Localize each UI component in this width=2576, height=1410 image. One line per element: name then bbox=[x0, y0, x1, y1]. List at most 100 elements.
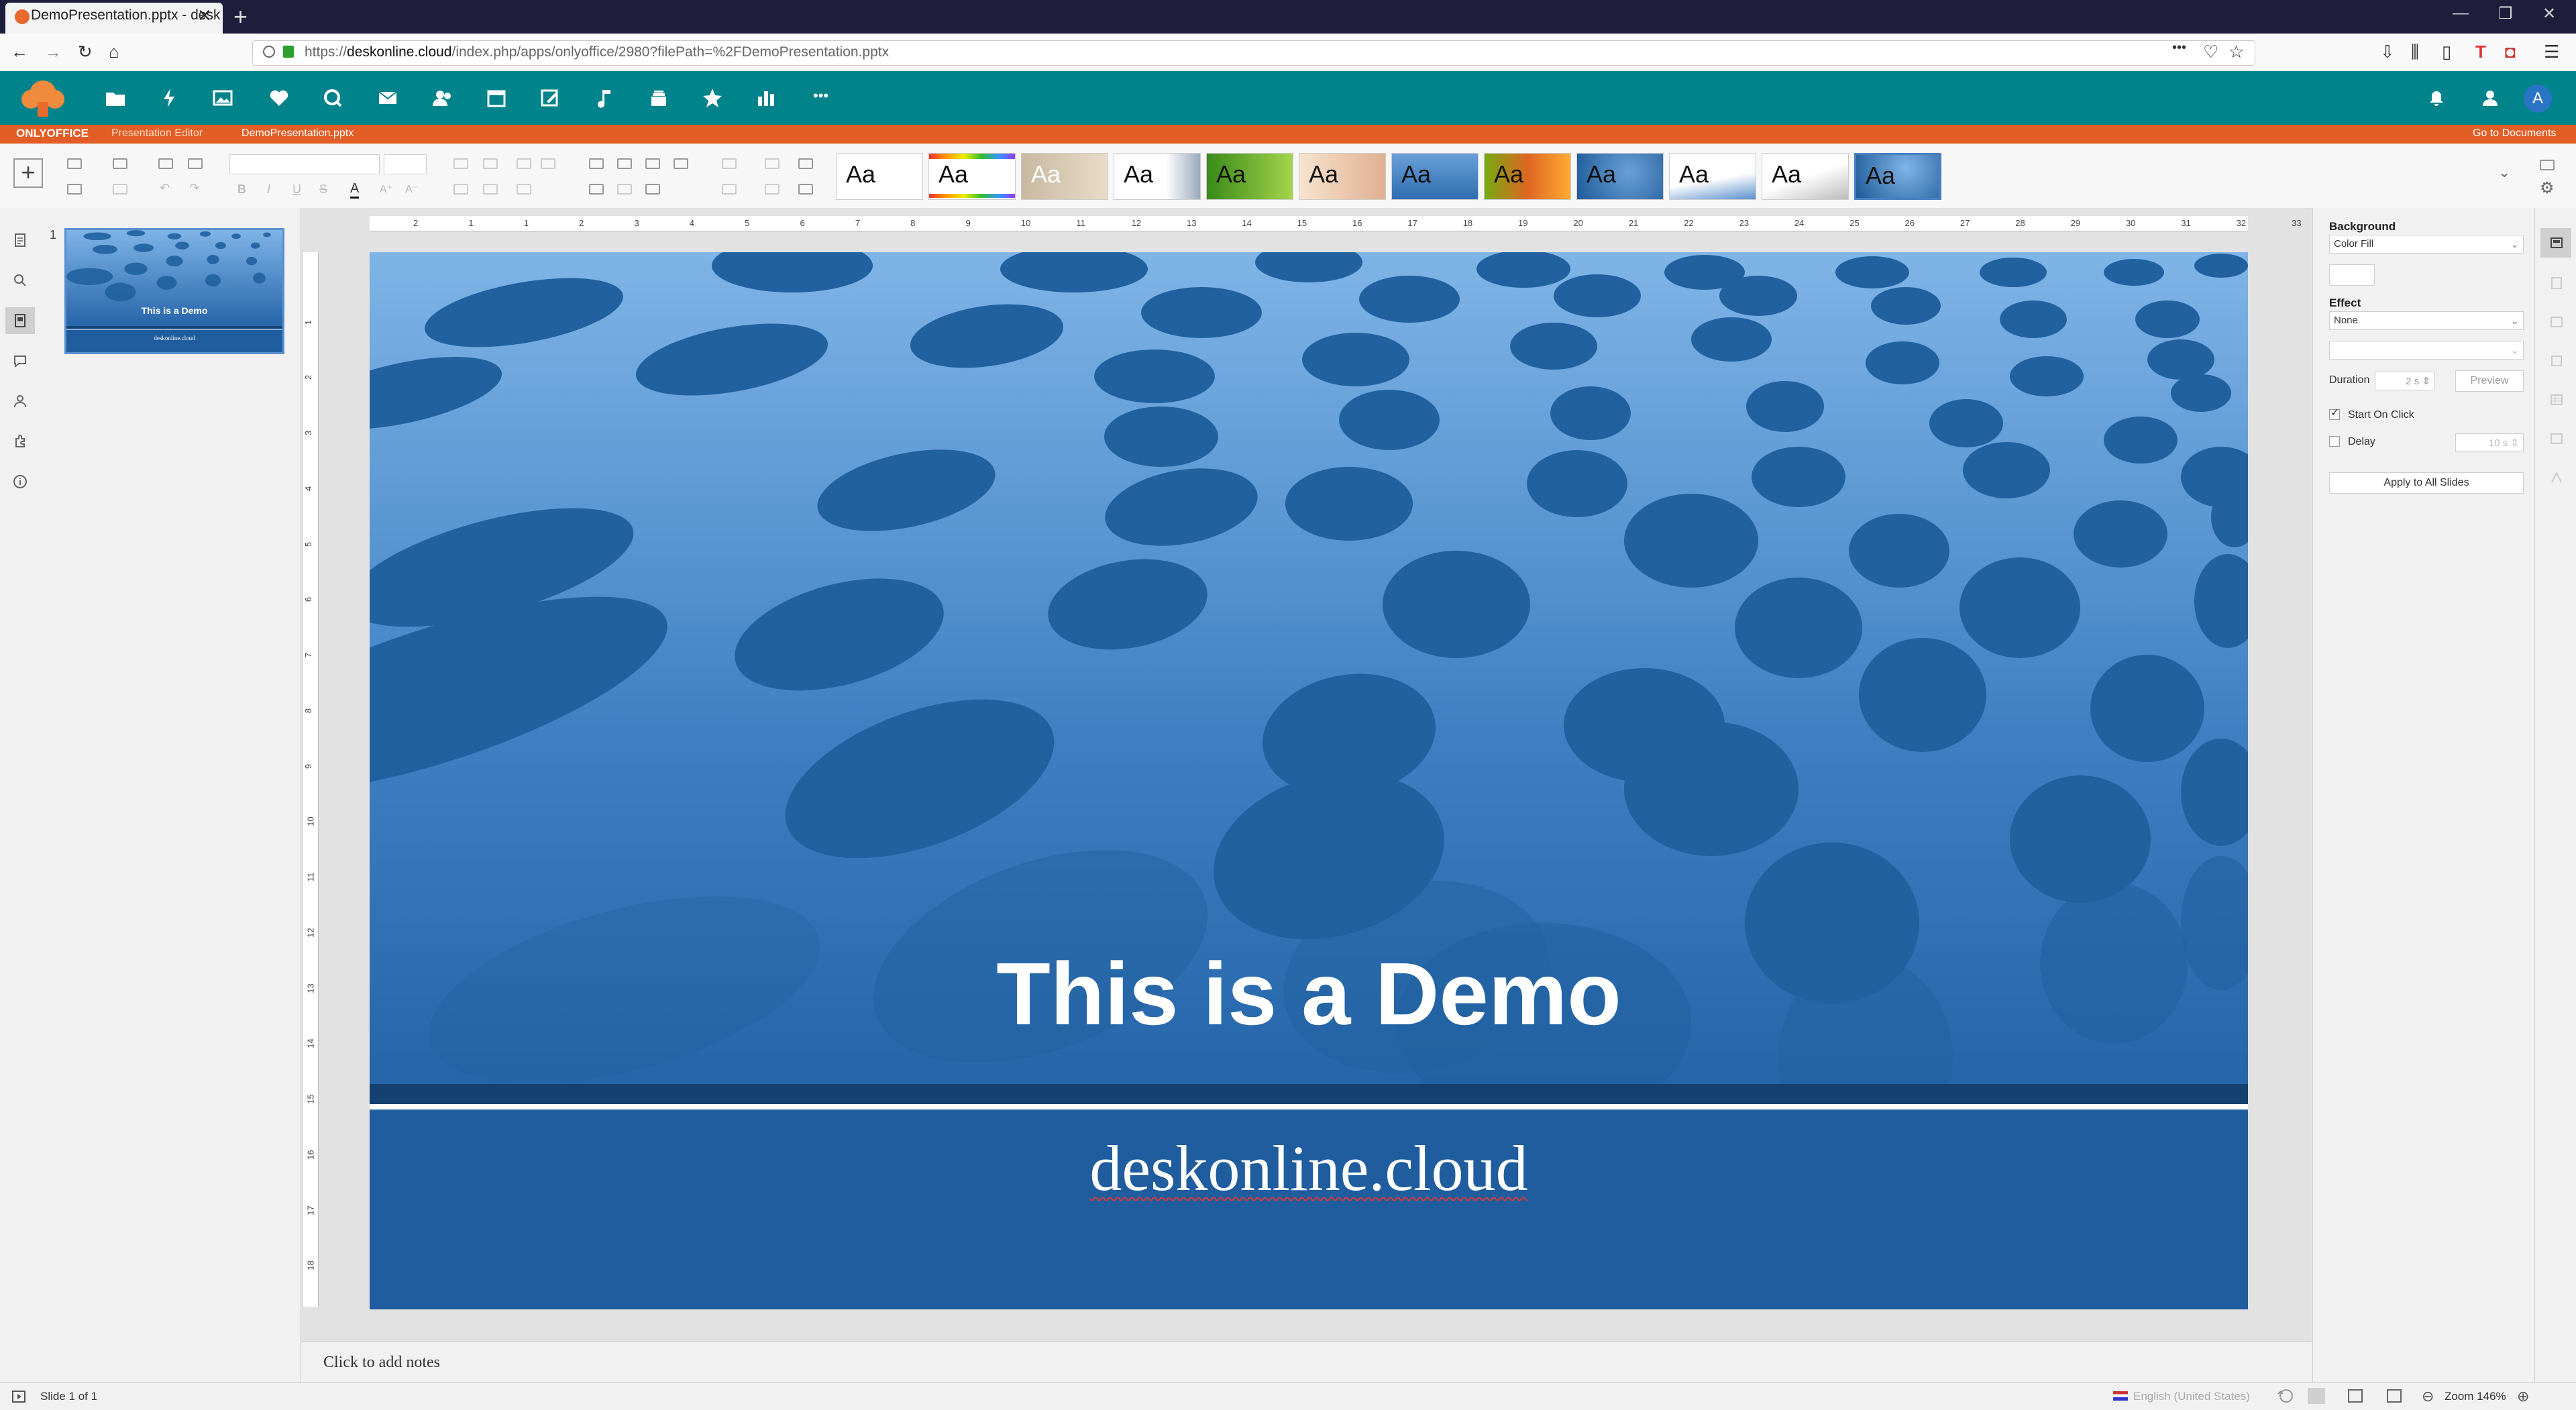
font-size-combo[interactable] bbox=[384, 154, 427, 174]
tab-close-icon[interactable]: ✕ bbox=[197, 5, 212, 26]
theme-item[interactable]: Aa bbox=[1576, 153, 1664, 200]
slide-subtitle[interactable]: deskonline.cloud bbox=[370, 1131, 2248, 1205]
insert-chart-icon[interactable] bbox=[617, 158, 632, 169]
slides-icon[interactable] bbox=[12, 313, 28, 329]
window-close-icon[interactable]: ✕ bbox=[2542, 4, 2556, 23]
increase-font-icon[interactable]: A⁺ bbox=[380, 182, 392, 196]
insert-table-icon[interactable] bbox=[589, 184, 604, 195]
extension-t-icon[interactable]: T bbox=[2475, 42, 2486, 62]
slide-thumbnail[interactable]: This is a Demo deskonline.cloud bbox=[64, 228, 284, 354]
textart-settings-icon[interactable] bbox=[2548, 470, 2565, 486]
line-spacing-icon[interactable] bbox=[517, 184, 531, 195]
view-settings-icon[interactable] bbox=[2540, 160, 2555, 170]
sidebar-icon[interactable]: ▯ bbox=[2442, 42, 2451, 62]
vertical-ruler[interactable]: 1 2 3 4 5 6 7 8 9 10 11 12 13 14 15 16 17 18 bbox=[303, 252, 319, 1307]
insert-textbox-icon[interactable] bbox=[645, 158, 660, 169]
decrease-font-icon[interactable]: A⁻ bbox=[405, 182, 418, 196]
table-settings-icon[interactable] bbox=[2548, 392, 2565, 408]
contacts-menu-icon[interactable] bbox=[2479, 87, 2501, 109]
photos-image-icon[interactable] bbox=[209, 85, 236, 111]
nextcloud-logo-icon[interactable] bbox=[17, 75, 68, 118]
background-color-swatch[interactable] bbox=[2329, 264, 2375, 286]
theme-item[interactable]: Aa bbox=[1299, 153, 1386, 200]
copy-style-icon[interactable] bbox=[765, 184, 780, 195]
effect-type-select[interactable]: ⌄ bbox=[2329, 341, 2524, 360]
save-icon[interactable] bbox=[113, 184, 127, 195]
mail-icon[interactable] bbox=[374, 85, 401, 111]
home-icon[interactable]: ⌂ bbox=[109, 42, 119, 62]
info-icon[interactable] bbox=[263, 46, 275, 58]
minimize-icon[interactable]: — bbox=[2453, 4, 2469, 23]
user-avatar[interactable]: A bbox=[2524, 85, 2552, 113]
notifications-bell-icon[interactable] bbox=[2426, 87, 2447, 109]
restore-icon[interactable]: ❐ bbox=[2498, 4, 2513, 23]
apply-to-all-slides-button[interactable]: Apply to All Slides bbox=[2329, 472, 2524, 494]
theme-item[interactable]: Aa bbox=[928, 153, 1016, 200]
paste-special-icon[interactable] bbox=[188, 158, 203, 169]
insert-shape-icon[interactable] bbox=[645, 184, 660, 195]
files-folder-icon[interactable] bbox=[102, 85, 129, 111]
clear-style-icon[interactable] bbox=[765, 158, 780, 169]
more-apps-icon[interactable]: ••• bbox=[813, 87, 828, 105]
deck-stack-icon[interactable] bbox=[645, 85, 672, 111]
favorites-heart-icon[interactable] bbox=[266, 85, 292, 111]
contacts-icon[interactable] bbox=[429, 85, 456, 111]
settings-gear-icon[interactable]: ⚙ bbox=[2540, 178, 2555, 198]
paragraph-settings-icon[interactable] bbox=[2548, 275, 2565, 291]
file-menu-icon[interactable] bbox=[12, 232, 28, 248]
fit-width-icon[interactable] bbox=[2387, 1389, 2402, 1403]
preview-button[interactable]: Preview bbox=[2455, 370, 2524, 392]
bookmark-star-icon[interactable]: ☆ bbox=[2229, 42, 2244, 62]
delay-spinner[interactable]: 10 s ⇕ bbox=[2455, 433, 2524, 452]
url-text[interactable]: https://deskonline.cloud/index.php/apps/… bbox=[305, 44, 889, 60]
theme-item[interactable]: Aa bbox=[836, 153, 923, 200]
horizontal-ruler[interactable]: 2 1 1 2 3 4 5 6 7 8 9 10 11 12 13 14 15 16 17 18 19 20 21 22 23 2… bbox=[370, 216, 2301, 231]
go-to-documents-link[interactable]: Go to Documents bbox=[2473, 127, 2557, 140]
pocket-icon[interactable]: ♡ bbox=[2203, 42, 2218, 62]
shape-settings-icon[interactable] bbox=[2548, 353, 2565, 369]
start-slideshow-icon[interactable] bbox=[67, 184, 82, 195]
numbering-icon[interactable] bbox=[483, 158, 498, 169]
zoom-in-icon[interactable]: ⊕ bbox=[2517, 1388, 2529, 1405]
fit-slide-icon[interactable] bbox=[2348, 1389, 2363, 1403]
italic-icon[interactable]: I bbox=[267, 182, 270, 197]
new-tab-button[interactable]: + bbox=[233, 3, 248, 31]
music-note-icon[interactable] bbox=[592, 85, 619, 111]
duration-spinner[interactable]: 2 s ⇕ bbox=[2375, 372, 2435, 390]
align-shape-icon[interactable] bbox=[722, 184, 737, 195]
language-select[interactable]: English (United States) bbox=[2133, 1390, 2250, 1403]
bold-icon[interactable]: B bbox=[237, 182, 246, 197]
back-icon[interactable]: ← bbox=[11, 42, 28, 62]
print-icon[interactable] bbox=[113, 158, 127, 169]
reload-icon[interactable]: ↻ bbox=[78, 42, 93, 62]
themes-expand-icon[interactable]: ⌄ bbox=[2498, 164, 2510, 181]
about-info-icon[interactable] bbox=[12, 474, 28, 490]
comments-icon[interactable] bbox=[12, 353, 28, 369]
spellcheck-toggle[interactable] bbox=[2308, 1388, 2325, 1404]
font-family-combo[interactable] bbox=[229, 154, 380, 174]
bullets-icon[interactable] bbox=[453, 158, 468, 169]
bookmarks-star-icon[interactable] bbox=[699, 85, 726, 111]
change-layout-icon[interactable] bbox=[798, 158, 813, 169]
copy-icon[interactable] bbox=[158, 158, 173, 169]
theme-item[interactable]: Aa bbox=[1391, 153, 1479, 200]
slide-settings-icon[interactable] bbox=[2548, 235, 2565, 251]
align-left-icon[interactable] bbox=[453, 184, 468, 195]
theme-item[interactable]: Aa bbox=[1669, 153, 1756, 200]
plugins-icon[interactable] bbox=[12, 433, 28, 449]
notes-pane[interactable] bbox=[301, 1342, 2312, 1382]
delay-checkbox[interactable] bbox=[2329, 436, 2340, 447]
font-color-icon[interactable]: A bbox=[350, 181, 360, 199]
arrange-icon[interactable] bbox=[722, 158, 737, 169]
doc-language-icon[interactable] bbox=[2279, 1389, 2293, 1403]
decrease-indent-icon[interactable] bbox=[517, 158, 531, 169]
chat-user-icon[interactable] bbox=[12, 393, 28, 409]
theme-item[interactable]: Aa bbox=[1021, 153, 1108, 200]
page-actions-icon[interactable]: ••• bbox=[2172, 40, 2186, 56]
insert-equation-icon[interactable] bbox=[674, 158, 688, 169]
theme-item[interactable]: Aa bbox=[1762, 153, 1849, 200]
activity-bolt-icon[interactable] bbox=[156, 85, 182, 111]
slide[interactable]: This is a Demo deskonline.cloud bbox=[370, 252, 2248, 1309]
notes-placeholder[interactable]: Click to add notes bbox=[323, 1354, 440, 1372]
library-icon[interactable]: ⫼ bbox=[2411, 42, 2419, 63]
